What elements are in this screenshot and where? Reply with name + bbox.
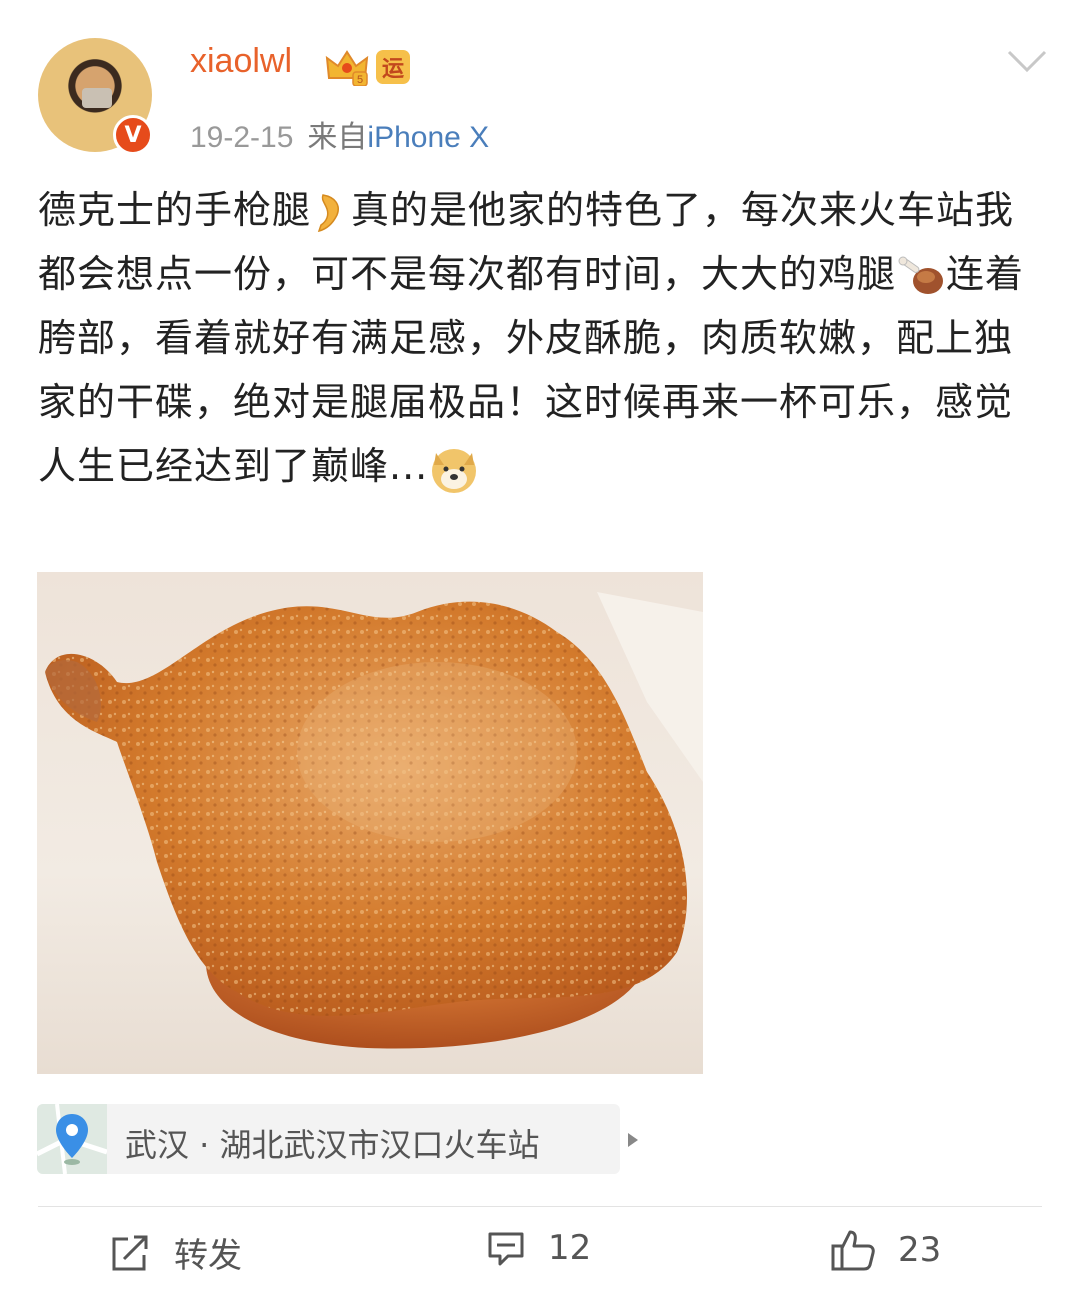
map-thumbnail: [35, 1103, 108, 1175]
membership-badge: 运: [376, 50, 410, 84]
post-text-segment-1: 德克士的手枪腿: [38, 188, 312, 232]
comment-button[interactable]: 12: [486, 1228, 591, 1268]
post-photo[interactable]: [37, 572, 703, 1074]
location-chip[interactable]: 武汉 · 湖北武汉市汉口火车站: [35, 1103, 638, 1175]
fried-chicken-image: [45, 592, 703, 1049]
camera-shape: [82, 88, 112, 108]
verified-badge: V: [113, 115, 153, 155]
post-meta: 19-2-15 来自iPhone X: [190, 112, 489, 156]
post-text: 德克士的手枪腿 真的是他家的特色了，每次来火车站我都会想点一份，可不是每次都有时…: [38, 178, 1038, 498]
share-icon: [112, 1235, 148, 1270]
comment-count: 12: [548, 1228, 592, 1268]
thumbs-up-icon: [831, 1230, 875, 1271]
caret-right-icon: [628, 1133, 638, 1147]
repost-label: 转发: [174, 1236, 242, 1276]
comment-icon: [488, 1232, 524, 1266]
location-text: 武汉 · 湖北武汉市汉口火车站: [125, 1126, 540, 1164]
svg-text:5: 5: [357, 74, 363, 86]
source-prefix: 来自: [307, 121, 368, 154]
crown-icon: 5: [325, 50, 369, 86]
divider: [38, 1206, 1042, 1207]
username[interactable]: xiaolwl: [190, 42, 292, 81]
doge-emoji-icon: [432, 448, 477, 493]
like-button[interactable]: 23: [830, 1228, 941, 1272]
like-count: 23: [898, 1230, 942, 1270]
drumstick-emoji-icon: [898, 256, 944, 294]
chevron-down-icon[interactable]: [1006, 48, 1048, 74]
repost-button[interactable]: 转发: [108, 1228, 242, 1277]
leg-emoji-icon: [317, 193, 339, 232]
source-device-link[interactable]: iPhone X: [367, 121, 489, 154]
post-date: 19-2-15: [190, 121, 294, 154]
